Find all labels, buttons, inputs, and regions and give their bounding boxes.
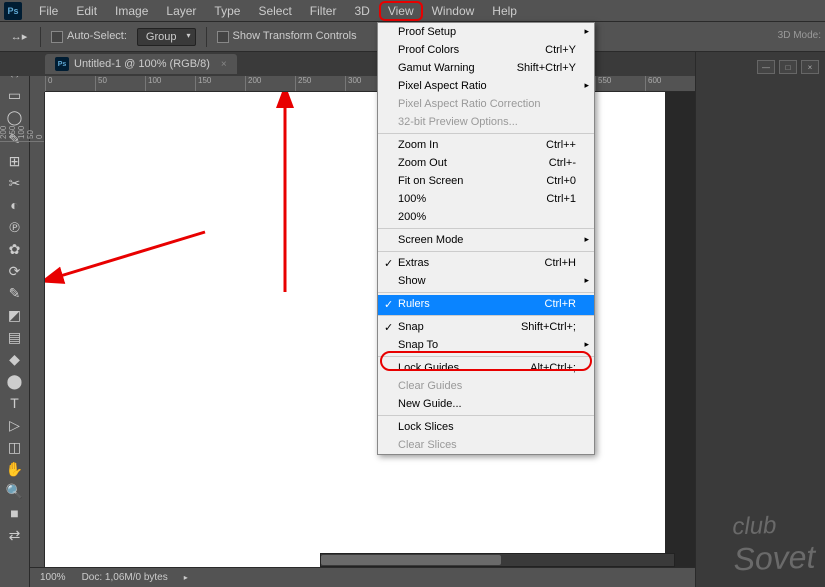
window-minimize-icon[interactable]: —: [757, 60, 775, 74]
3d-mode-label: 3D Mode:: [778, 30, 821, 41]
scrollbar-horizontal[interactable]: [320, 553, 675, 567]
view-menu-fit-on-screen[interactable]: Fit on ScreenCtrl+0: [378, 172, 594, 190]
tool-heal[interactable]: ◐: [3, 194, 27, 216]
menu-view[interactable]: View: [379, 1, 423, 21]
tool-blur[interactable]: ▤: [3, 326, 27, 348]
view-menu-lock-guides[interactable]: Lock GuidesAlt+Ctrl+;: [378, 359, 594, 377]
tool-eyedropper[interactable]: ✂: [3, 172, 27, 194]
menu-layer[interactable]: Layer: [157, 1, 205, 21]
right-panel: — □ ×: [695, 52, 825, 587]
doc-size[interactable]: Doc: 1,06M/0 bytes: [82, 572, 168, 583]
tool-path[interactable]: ▷: [3, 414, 27, 436]
tool-dodge[interactable]: ◆: [3, 348, 27, 370]
menu-window[interactable]: Window: [423, 1, 484, 21]
tool-pen[interactable]: ⬤: [3, 370, 27, 392]
tool-crop[interactable]: ⊞: [3, 150, 27, 172]
menu-filter[interactable]: Filter: [301, 1, 346, 21]
menu-help[interactable]: Help: [483, 1, 526, 21]
move-tool-indicator: ↔▸: [8, 28, 30, 46]
tool-eraser[interactable]: ✎: [3, 282, 27, 304]
view-menu-snap[interactable]: ✓SnapShift+Ctrl+;: [378, 318, 594, 336]
tool-zoom[interactable]: 🔍: [3, 480, 27, 502]
tool-swap[interactable]: ⇄: [3, 524, 27, 546]
view-menu-100-[interactable]: 100%Ctrl+1: [378, 190, 594, 208]
view-menu-clear-guides: Clear Guides: [378, 377, 594, 395]
menu-select[interactable]: Select: [249, 1, 300, 21]
top-options-3d: 3D Mode:: [778, 30, 821, 41]
scrollbar-thumb[interactable]: [321, 555, 501, 565]
menubar: Ps File Edit Image Layer Type Select Fil…: [0, 0, 825, 22]
tool-stamp[interactable]: ✿: [3, 238, 27, 260]
view-menu-proof-colors[interactable]: Proof ColorsCtrl+Y: [378, 41, 594, 59]
view-menu-proof-setup[interactable]: Proof Setup: [378, 23, 594, 41]
auto-select-checkbox[interactable]: Auto-Select:: [51, 30, 127, 42]
auto-select-dropdown[interactable]: Group: [137, 28, 196, 46]
document-title: Untitled-1 @ 100% (RGB/8): [74, 58, 210, 70]
view-menu-screen-mode[interactable]: Screen Mode: [378, 231, 594, 252]
canvas-area[interactable]: [45, 92, 695, 567]
divider: [206, 27, 207, 47]
view-menu-show[interactable]: Show: [378, 272, 594, 293]
view-menu-32-bit-preview-options-: 32-bit Preview Options...: [378, 113, 594, 134]
tab-close-icon[interactable]: ×: [221, 59, 227, 70]
tool-history[interactable]: ⟳: [3, 260, 27, 282]
view-menu-lock-slices[interactable]: Lock Slices: [378, 418, 594, 436]
menu-file[interactable]: File: [30, 1, 67, 21]
menu-edit[interactable]: Edit: [67, 1, 106, 21]
app-logo: Ps: [4, 2, 22, 20]
tool-shape[interactable]: ◫: [3, 436, 27, 458]
status-bar: 100% Doc: 1,06M/0 bytes▸: [30, 567, 695, 587]
tool-gradient[interactable]: ◩: [3, 304, 27, 326]
tool-brush[interactable]: ℗: [3, 216, 27, 238]
view-menu-rulers[interactable]: ✓RulersCtrl+R: [378, 295, 594, 316]
menu-3d[interactable]: 3D: [345, 1, 378, 21]
window-maximize-icon[interactable]: □: [779, 60, 797, 74]
window-close-icon[interactable]: ×: [801, 60, 819, 74]
view-dropdown-menu: Proof SetupProof ColorsCtrl+YGamut Warni…: [377, 22, 595, 455]
menu-type[interactable]: Type: [205, 1, 249, 21]
ruler-horizontal[interactable]: 050100150200250300350400450500550600650: [45, 76, 695, 92]
tool-colors[interactable]: ■: [3, 502, 27, 524]
watermark: clubSovet: [732, 511, 816, 579]
view-menu-200-[interactable]: 200%: [378, 208, 594, 229]
zoom-level[interactable]: 100%: [40, 572, 66, 583]
tool-type[interactable]: T: [3, 392, 27, 414]
view-menu-clear-slices: Clear Slices: [378, 436, 594, 454]
view-menu-extras[interactable]: ✓ExtrasCtrl+H: [378, 254, 594, 272]
menu-image[interactable]: Image: [106, 1, 157, 21]
divider: [40, 27, 41, 47]
ps-icon: Ps: [55, 57, 69, 71]
view-menu-pixel-aspect-ratio-correction: Pixel Aspect Ratio Correction: [378, 95, 594, 113]
view-menu-zoom-out[interactable]: Zoom OutCtrl+-: [378, 154, 594, 172]
view-menu-snap-to[interactable]: Snap To: [378, 336, 594, 357]
view-menu-pixel-aspect-ratio[interactable]: Pixel Aspect Ratio: [378, 77, 594, 95]
ruler-vertical[interactable]: 050100150200250300350400450: [30, 92, 45, 567]
view-menu-zoom-in[interactable]: Zoom InCtrl++: [378, 136, 594, 154]
tool-hand[interactable]: ✋: [3, 458, 27, 480]
view-menu-new-guide-[interactable]: New Guide...: [378, 395, 594, 416]
document-tab[interactable]: Ps Untitled-1 @ 100% (RGB/8) ×: [45, 54, 237, 74]
view-menu-gamut-warning[interactable]: Gamut WarningShift+Ctrl+Y: [378, 59, 594, 77]
show-transform-checkbox[interactable]: Show Transform Controls: [217, 30, 357, 42]
